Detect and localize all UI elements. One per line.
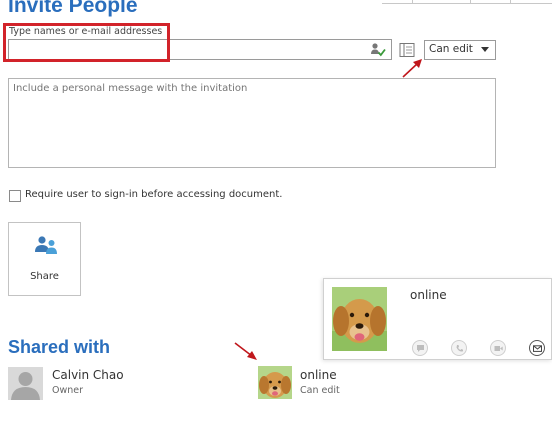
call-icon [456,345,463,352]
window-top-divider [510,0,511,4]
shared-user-name[interactable]: Calvin Chao [52,368,124,382]
avatar [8,367,43,400]
im-button[interactable] [412,340,428,356]
require-signin-label: Require user to sign-in before accessing… [25,189,283,200]
email-button[interactable] [529,340,545,356]
person-placeholder-icon [8,367,43,400]
window-top-divider [412,0,413,4]
shared-user-role: Owner [52,385,84,396]
share-people-icon [35,236,57,254]
contact-card-photo [332,287,387,351]
check-names-icon[interactable] [370,42,386,58]
avatar[interactable] [258,366,292,399]
require-signin-checkbox[interactable] [9,190,21,202]
red-arrow-icon [402,59,422,78]
dog-photo [258,366,292,399]
contact-card: online [323,278,552,360]
call-button[interactable] [451,340,467,356]
window-top-edge [382,0,552,4]
dog-photo [332,287,387,351]
permission-value: Can edit [429,43,473,55]
video-button[interactable] [490,340,506,356]
email-icon [533,345,542,352]
contact-presence-status: online [410,288,447,302]
share-label: Share [30,271,59,282]
shared-user-role: Can edit [300,385,340,396]
permission-dropdown[interactable]: Can edit [424,40,496,60]
im-icon [417,345,424,352]
window-top-divider [470,0,471,4]
red-arrow-icon [234,342,257,360]
highlight-annotation-box [3,23,170,62]
chevron-down-icon [481,47,489,52]
share-button[interactable]: Share [8,222,81,296]
page-title: Invite People [8,0,138,17]
message-input[interactable] [8,78,496,168]
video-icon [494,346,503,351]
shared-with-heading: Shared with [8,337,111,357]
shared-user-presence: online [300,368,337,382]
